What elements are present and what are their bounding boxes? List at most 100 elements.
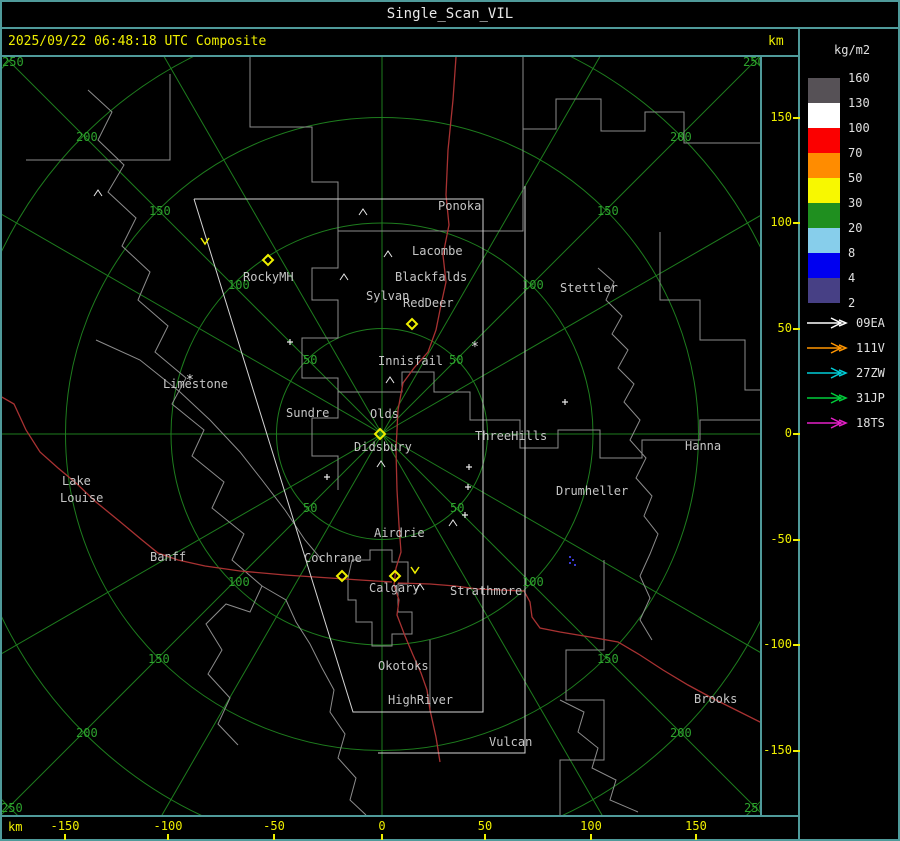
city-label-highriver: HighRiver xyxy=(388,693,453,707)
city-label-threehills: ThreeHills xyxy=(475,429,547,443)
vil-echo-pixel xyxy=(572,559,574,561)
legend-color-swatch xyxy=(808,278,840,303)
range-ring-distance-label: 250 xyxy=(2,801,23,815)
scan-timestamp: 2025/09/22 06:48:18 UTC Composite xyxy=(8,34,267,49)
range-ring-distance-label: 200 xyxy=(670,726,692,740)
radar-map-svg: 50 5050 50100 100100 100150 150150 150200 20020… xyxy=(0,0,900,841)
town-plus-mark xyxy=(324,474,330,480)
town-caret-mark xyxy=(448,519,458,527)
legend-value-label: 20 xyxy=(848,221,863,235)
bottom-axis-tick-label: 150 xyxy=(685,819,707,833)
legend-value-label: 2 xyxy=(848,296,856,310)
radar-app-window: Single_Scan_VIL 2025/09/22 06:48:18 UTC … xyxy=(0,0,900,841)
right-axis-unit: km xyxy=(768,34,784,49)
legend-value-label: 160 xyxy=(848,71,870,85)
town-caret-mark xyxy=(93,189,103,197)
storm-track-arrow-icon xyxy=(807,317,848,329)
town-star-mark: * xyxy=(186,373,194,388)
city-label-lake: Lake xyxy=(62,474,91,488)
legend-color-swatch xyxy=(808,128,840,153)
range-ring-distance-label: 150 xyxy=(148,652,170,666)
city-label-strathmore: Strathmore xyxy=(450,584,522,598)
bottom-axis-tick-label: -100 xyxy=(153,819,183,833)
county-boundary-line xyxy=(659,232,760,391)
city-label-ponoka: Ponoka xyxy=(438,199,481,213)
city-label-stettler: Stettler xyxy=(560,281,618,295)
range-ring-distance-label: 50 xyxy=(450,501,464,515)
city-label-lacombe: Lacombe xyxy=(412,244,463,258)
legend-color-swatch xyxy=(808,253,840,278)
right-axis-tick-mark xyxy=(793,644,800,646)
right-axis-tick-mark xyxy=(793,539,800,541)
town-plus-mark xyxy=(562,399,568,405)
county-boundary-line xyxy=(559,560,605,815)
legend-color-swatch xyxy=(808,153,840,178)
storm-track-arrow-icon xyxy=(807,392,848,404)
range-ring-distance-label: 150 xyxy=(597,652,619,666)
map-layer-group: 50 5050 50100 100100 100150 150150 150200 20020… xyxy=(0,0,900,841)
city-label-okotoks: Okotoks xyxy=(378,659,429,673)
legend-color-swatch xyxy=(808,103,840,128)
range-ring-distance-label: 200 xyxy=(76,726,98,740)
town-caret-mark xyxy=(376,460,386,468)
radar-map-viewport[interactable]: 50 50 50 50 100 100 100 100 150 150 150 150 200 200 20… xyxy=(0,0,900,841)
city-label-vulcan: Vulcan xyxy=(489,735,532,749)
right-axis-tick-mark xyxy=(793,433,800,435)
storm-track-id-label: 111V xyxy=(856,341,885,355)
storm-track-arrow-icon xyxy=(807,417,848,429)
range-ring-distance-label: 250 xyxy=(2,57,24,69)
right-axis-tick-label: -150 xyxy=(763,743,792,757)
azimuth-radial-135deg xyxy=(0,433,383,817)
bottom-axis-tick-label: -150 xyxy=(50,819,80,833)
range-ring-distance-label: 150 xyxy=(149,204,171,218)
city-label-brooks: Brooks xyxy=(694,692,737,706)
city-label-calgary: Calgary xyxy=(369,581,420,595)
city-label-cochrane: Cochrane xyxy=(304,551,362,565)
bottom-axis-tick-label: 100 xyxy=(580,819,602,833)
bottom-axis-tick-mark xyxy=(484,834,486,840)
city-label-rockymh: RockyMH xyxy=(243,270,294,284)
county-boundary-line xyxy=(261,585,367,816)
city-label-didsbury: Didsbury xyxy=(354,440,412,454)
range-ring-distance-label: 200 xyxy=(76,130,98,144)
city-label-reddeer: RedDeer xyxy=(403,296,454,310)
legend-value-label: 30 xyxy=(848,196,863,210)
city-label-limestone: Limestone xyxy=(163,377,228,391)
county-boundary-line xyxy=(87,89,263,746)
bottom-axis: km -150 -100 -50 0 50 100 150 xyxy=(0,817,798,841)
city-label-banff: Banff xyxy=(150,550,186,564)
range-ring-distance-label: 250 xyxy=(743,57,760,69)
vil-echo-pixel xyxy=(569,556,571,558)
right-axis-tick-label: 100 xyxy=(770,215,792,229)
legend-value-label: 4 xyxy=(848,271,856,285)
bottom-axis-tick-mark xyxy=(167,834,169,840)
range-ring-distance-label: 50 xyxy=(303,353,317,367)
town-caret-mark xyxy=(385,376,395,384)
city-label-drumheller: Drumheller xyxy=(556,484,628,498)
storm-vector-mark xyxy=(410,566,420,575)
bottom-axis-tick-mark xyxy=(64,834,66,840)
storm-track-arrow-icon xyxy=(807,342,848,354)
legend-value-label: 100 xyxy=(848,121,870,135)
bottom-axis-tick-label: 50 xyxy=(477,819,493,833)
bottom-axis-tick-mark xyxy=(381,834,383,840)
radar-site-diamond-icon xyxy=(405,317,419,331)
vil-echo-pixel xyxy=(574,564,576,566)
range-ring-distance-label: 250 xyxy=(744,801,760,815)
bottom-axis-tick-mark xyxy=(273,834,275,840)
right-axis: 150 100 50 0 -50 -100 -150 xyxy=(762,57,800,815)
right-axis-tick-mark xyxy=(793,750,800,752)
legend-color-swatch xyxy=(808,178,840,203)
storm-track-id-label: 09EA xyxy=(856,316,885,330)
town-caret-mark xyxy=(358,208,368,216)
city-label-blackfalds: Blackfalds xyxy=(395,270,467,284)
legend-unit-label: kg/m2 xyxy=(834,43,871,57)
range-ring-distance-label: 100 xyxy=(228,575,250,589)
legend-value-label: 8 xyxy=(848,246,856,260)
title-bar[interactable]: Single_Scan_VIL xyxy=(0,2,900,27)
bottom-axis-tick-mark xyxy=(695,834,697,840)
right-axis-tick-mark xyxy=(793,328,800,330)
info-bar: 2025/09/22 06:48:18 UTC Composite km xyxy=(0,29,798,55)
bottom-axis-tick-label: -50 xyxy=(263,819,285,833)
town-plus-mark xyxy=(466,464,472,470)
